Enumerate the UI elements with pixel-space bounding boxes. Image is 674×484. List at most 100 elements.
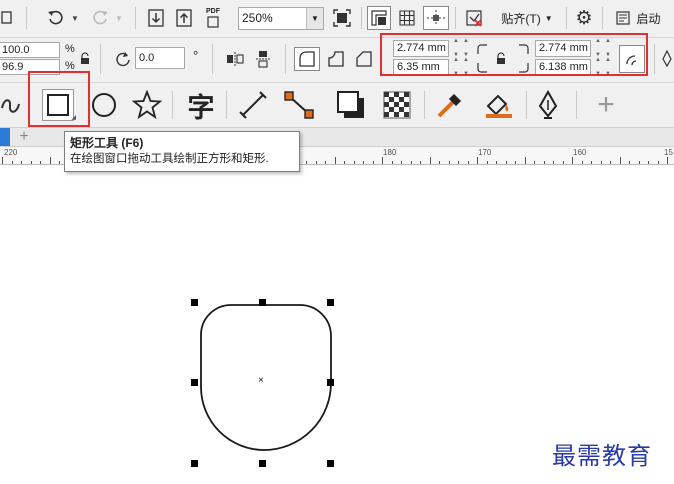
selection-handle[interactable] bbox=[259, 299, 266, 306]
pdf-label: PDF bbox=[206, 8, 220, 15]
ruler-tick bbox=[449, 161, 450, 164]
toolbox: ◢ 字 + bbox=[0, 71, 674, 128]
selection-handle[interactable] bbox=[327, 379, 334, 386]
undo-dropdown-icon[interactable]: ▼ bbox=[70, 10, 80, 26]
ruler-tick bbox=[639, 161, 640, 164]
tooltip-title: 矩形工具 (F6) bbox=[70, 136, 144, 150]
zoom-level-select[interactable]: 250% ▼ bbox=[238, 7, 324, 30]
round-corner-icon[interactable] bbox=[294, 47, 320, 71]
selection-handle[interactable] bbox=[191, 460, 198, 467]
mirror-vertical-icon[interactable] bbox=[252, 48, 274, 70]
scalloped-corner-icon[interactable] bbox=[324, 47, 348, 71]
launch-label: 启动 bbox=[636, 11, 661, 26]
ruler-tick bbox=[487, 161, 488, 164]
separator bbox=[654, 44, 655, 74]
ruler-tick bbox=[12, 161, 13, 164]
degree-symbol: ° bbox=[193, 48, 199, 63]
ruler-tick bbox=[648, 161, 649, 164]
ruler-tick bbox=[354, 161, 355, 164]
ruler-tick bbox=[458, 161, 459, 164]
show-grid-icon[interactable] bbox=[396, 7, 418, 29]
add-tool-glyph: + bbox=[597, 88, 615, 121]
ellipse-tool-icon[interactable] bbox=[88, 89, 120, 121]
full-screen-icon[interactable] bbox=[330, 7, 354, 29]
add-tool-button[interactable]: + bbox=[590, 88, 622, 121]
corner-radius-highlight bbox=[380, 33, 648, 76]
watermark-text: 最需教育 bbox=[552, 442, 652, 470]
ruler-label: 160 bbox=[573, 148, 587, 157]
transparency-tool-icon[interactable] bbox=[380, 89, 414, 121]
separator bbox=[424, 91, 425, 119]
separator bbox=[526, 91, 527, 119]
print-icon[interactable] bbox=[0, 8, 14, 28]
ruler-tick bbox=[534, 161, 535, 164]
separator bbox=[566, 7, 567, 29]
separator bbox=[172, 91, 173, 119]
ruler-tick bbox=[629, 161, 630, 164]
gear-icon[interactable]: ⚙ bbox=[572, 7, 596, 29]
active-document-tab[interactable] bbox=[0, 128, 10, 146]
separator bbox=[455, 7, 456, 29]
undo-icon[interactable] bbox=[44, 7, 68, 29]
snap-off-icon[interactable] bbox=[462, 6, 486, 30]
mirror-horizontal-icon[interactable] bbox=[224, 48, 246, 70]
ruler-tick bbox=[591, 161, 592, 164]
pen-outline-icon[interactable] bbox=[660, 48, 674, 70]
scale-x-field[interactable]: 100.0 bbox=[0, 42, 60, 58]
rotation-angle-value: 0.0 bbox=[139, 52, 155, 64]
polygon-star-tool-icon[interactable] bbox=[130, 89, 164, 121]
ruler-label: 15 bbox=[664, 148, 673, 157]
freehand-tool-icon[interactable] bbox=[0, 91, 24, 119]
ruler-tick bbox=[563, 161, 564, 164]
show-rulers-icon[interactable] bbox=[367, 6, 391, 30]
connector-tool-icon[interactable] bbox=[282, 89, 316, 121]
separator bbox=[100, 44, 101, 74]
show-guidelines-icon[interactable] bbox=[423, 6, 449, 30]
rotation-angle-field[interactable]: 0.0 bbox=[135, 47, 185, 69]
selection-handle[interactable] bbox=[327, 460, 334, 467]
outline-pen-tool-icon[interactable] bbox=[532, 89, 564, 121]
separator bbox=[285, 44, 286, 74]
selection-handle[interactable] bbox=[327, 299, 334, 306]
redo-icon[interactable] bbox=[88, 7, 112, 29]
separator bbox=[576, 91, 577, 119]
text-tool-icon[interactable]: 字 bbox=[182, 87, 220, 123]
rectangle-tool-tooltip: 矩形工具 (F6) 在绘图窗口拖动工具绘制正方形和矩形. bbox=[64, 131, 300, 172]
ruler-tick bbox=[496, 161, 497, 164]
lock-ratio-icon[interactable] bbox=[79, 50, 91, 66]
ruler-tick bbox=[306, 161, 307, 164]
separator bbox=[361, 7, 362, 29]
separator bbox=[26, 7, 27, 29]
selection-handle[interactable] bbox=[191, 299, 198, 306]
ruler-tick bbox=[620, 157, 621, 164]
dimension-tool-icon[interactable] bbox=[236, 89, 270, 121]
separator bbox=[226, 91, 227, 119]
import-icon[interactable] bbox=[145, 7, 167, 29]
ruler-tick bbox=[316, 161, 317, 164]
publish-pdf-button[interactable]: PDF bbox=[201, 6, 225, 30]
redo-dropdown-icon[interactable]: ▼ bbox=[114, 10, 124, 26]
selection-handle[interactable] bbox=[259, 460, 266, 467]
launch-button[interactable]: 启动 bbox=[608, 7, 668, 29]
ruler-label: 220 bbox=[4, 148, 18, 157]
ruler-tick bbox=[477, 157, 478, 164]
ruler-tick bbox=[468, 161, 469, 164]
eyedropper-tool-icon[interactable] bbox=[432, 89, 468, 121]
text-tool-glyph: 字 bbox=[187, 92, 215, 123]
separator bbox=[602, 7, 603, 29]
selection-handle[interactable] bbox=[191, 379, 198, 386]
ruler-tick bbox=[373, 161, 374, 164]
chevron-down-icon[interactable]: ▼ bbox=[306, 8, 323, 29]
rotation-icon bbox=[114, 50, 132, 68]
snap-to-dropdown[interactable]: 贴齐(T) ▼ bbox=[492, 7, 562, 29]
chamfered-corner-icon[interactable] bbox=[352, 47, 376, 71]
ruler-tick bbox=[439, 161, 440, 164]
ruler-tick bbox=[401, 161, 402, 164]
ruler-tick bbox=[430, 157, 431, 164]
export-icon[interactable] bbox=[173, 7, 195, 29]
ruler-label: 180 bbox=[383, 148, 397, 157]
interactive-fill-tool-icon[interactable] bbox=[478, 89, 518, 121]
new-tab-icon[interactable]: + bbox=[14, 128, 34, 146]
center-marker[interactable]: × bbox=[258, 375, 264, 386]
drop-shadow-tool-icon[interactable] bbox=[334, 89, 368, 121]
